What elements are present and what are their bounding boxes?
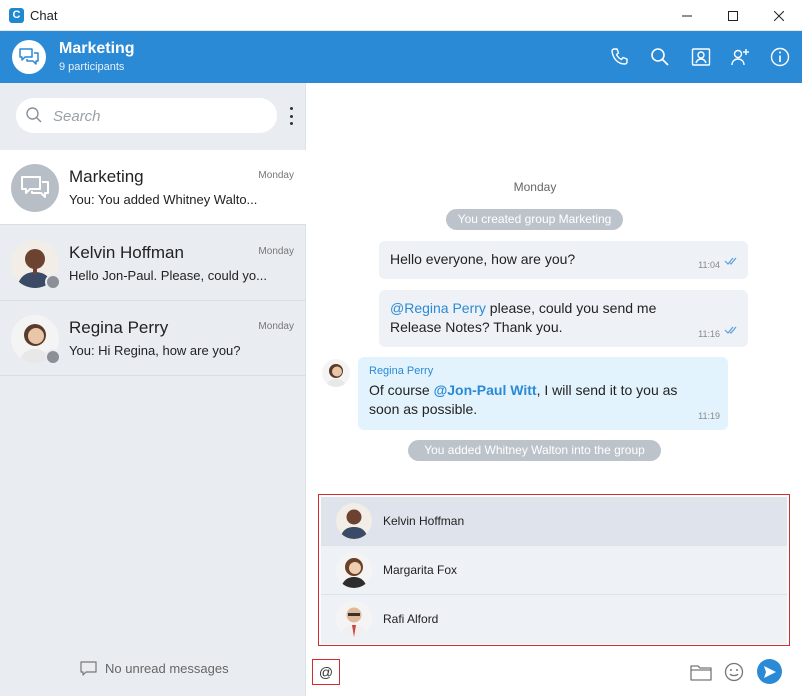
- presence-status-dot: [45, 349, 61, 365]
- message-bubble-outgoing[interactable]: Hello everyone, how are you? 11:04: [379, 241, 748, 279]
- more-options-button[interactable]: [284, 107, 298, 125]
- message-input[interactable]: [312, 659, 340, 685]
- message-text: please, could you send me: [485, 300, 657, 316]
- message-text: , I will send it to you as: [536, 382, 678, 398]
- chat-bubbles-icon: [19, 48, 39, 65]
- contact-card-icon: [691, 48, 711, 66]
- chat-panel: Monday You created group Marketing Hello…: [306, 83, 802, 696]
- system-message: You created group Marketing: [446, 209, 623, 230]
- mention-option-name: Margarita Fox: [383, 563, 458, 577]
- person-avatar-icon: [336, 601, 372, 637]
- conversation-item-regina-perry[interactable]: Regina Perry Monday You: Hi Regina, how …: [0, 301, 306, 376]
- app-logo-icon: C: [9, 8, 24, 23]
- sender-avatar[interactable]: [322, 359, 350, 387]
- no-unread-label: No unread messages: [105, 661, 229, 676]
- group-avatar: [11, 164, 59, 212]
- mention-option-name: Rafi Alford: [383, 612, 439, 626]
- message-icon: [80, 661, 97, 676]
- conversation-name: Regina Perry: [69, 318, 169, 337]
- message-time: 11:19: [698, 411, 720, 421]
- sender-name[interactable]: Regina Perry: [369, 364, 717, 378]
- mention-option-name: Kelvin Hoffman: [383, 514, 465, 528]
- conversation-name: Marketing: [69, 167, 144, 186]
- phone-icon: [611, 48, 628, 65]
- window-titlebar: C Chat: [0, 0, 802, 31]
- message-text: soon as possible.: [369, 401, 478, 417]
- window-title: Chat: [30, 8, 58, 23]
- person-avatar-icon: [336, 503, 372, 539]
- no-unread-status: No unread messages: [80, 661, 229, 676]
- group-title: Marketing: [59, 40, 135, 57]
- call-button[interactable]: [608, 45, 632, 69]
- avatar: [336, 503, 372, 539]
- maximize-icon: [728, 10, 738, 21]
- search-input[interactable]: [53, 105, 263, 127]
- date-separator: Monday: [513, 180, 557, 194]
- attach-file-button[interactable]: [689, 660, 713, 684]
- info-icon: [770, 47, 790, 67]
- conversation-time: Monday: [258, 321, 294, 332]
- group-avatar[interactable]: [12, 40, 46, 74]
- maximize-button[interactable]: [710, 0, 756, 31]
- search-button[interactable]: [648, 45, 672, 69]
- message-time: 11:04: [698, 260, 720, 270]
- conversation-preview: You: You added Whitney Walto...: [69, 192, 258, 207]
- message-text: Hello everyone, how are you?: [390, 251, 576, 267]
- send-button[interactable]: [757, 659, 782, 684]
- message-time: 11:16: [698, 329, 720, 339]
- message-text: Of course: [369, 382, 434, 398]
- minimize-button[interactable]: [664, 0, 710, 31]
- conversation-item-marketing[interactable]: Marketing Monday You: You added Whitney …: [0, 150, 306, 225]
- presence-status-dot: [45, 274, 61, 290]
- close-icon: [774, 10, 784, 21]
- conversation-time: Monday: [258, 246, 294, 257]
- emoji-button[interactable]: [722, 660, 746, 684]
- mention-link[interactable]: @Jon-Paul Witt: [434, 382, 537, 398]
- close-button[interactable]: [756, 0, 802, 31]
- person-avatar-icon: [336, 552, 372, 588]
- mention-option-kelvin-hoffman[interactable]: Kelvin Hoffman: [321, 497, 787, 546]
- mention-option-margarita-fox[interactable]: Margarita Fox: [321, 546, 787, 595]
- person-avatar-icon: [322, 359, 350, 387]
- search-icon: [651, 48, 669, 66]
- search-box[interactable]: [16, 98, 277, 133]
- conversation-name: Kelvin Hoffman: [69, 243, 184, 262]
- chat-bubbles-icon: [11, 164, 59, 212]
- conversation-time: Monday: [258, 170, 294, 181]
- double-check-icon: [724, 257, 737, 265]
- conversation-preview: Hello Jon-Paul. Please, could yo...: [69, 268, 267, 283]
- smiley-icon: [724, 662, 744, 682]
- add-user-icon: [731, 49, 749, 66]
- system-message: You added Whitney Walton into the group: [408, 440, 661, 461]
- mention-link[interactable]: @Regina Perry: [390, 300, 486, 316]
- avatar: [336, 552, 372, 588]
- add-participant-button[interactable]: [728, 45, 752, 69]
- message-text: Release Notes? Thank you.: [390, 319, 563, 335]
- search-icon: [26, 107, 42, 123]
- conversation-sidebar: Marketing Monday You: You added Whitney …: [0, 83, 306, 696]
- send-icon: [763, 665, 776, 678]
- mention-option-rafi-alford[interactable]: Rafi Alford: [321, 595, 787, 644]
- avatar: [336, 601, 372, 637]
- message-bubble-outgoing[interactable]: @Regina Perry please, could you send me …: [379, 290, 748, 347]
- message-composer: [306, 655, 802, 696]
- minimize-icon: [682, 15, 692, 16]
- chat-header: Marketing 9 participants: [0, 31, 802, 83]
- message-bubble-incoming[interactable]: Regina Perry Of course @Jon-Paul Witt, I…: [358, 357, 728, 430]
- conversation-preview: You: Hi Regina, how are you?: [69, 343, 241, 358]
- mention-suggestions-popup: Kelvin Hoffman Margarita Fox Rafi Alford: [318, 494, 790, 646]
- info-button[interactable]: [768, 45, 792, 69]
- contact-card-button[interactable]: [689, 45, 713, 69]
- participants-count: 9 participants: [59, 61, 125, 73]
- folder-icon: [690, 665, 712, 681]
- double-check-icon: [724, 326, 737, 334]
- conversation-item-kelvin-hoffman[interactable]: Kelvin Hoffman Monday Hello Jon-Paul. Pl…: [0, 226, 306, 301]
